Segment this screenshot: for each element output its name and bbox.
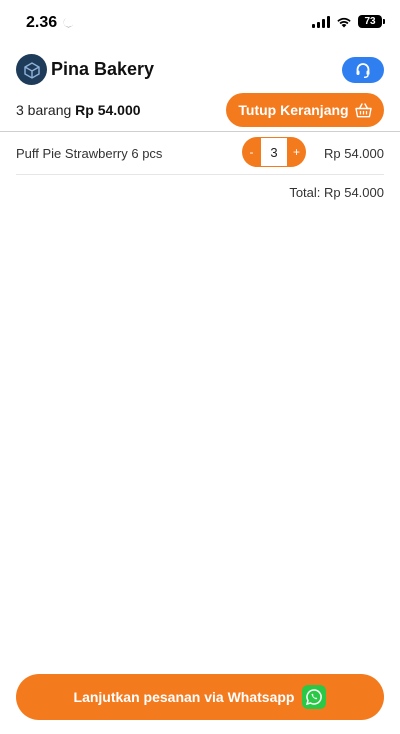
bakery-logo-icon xyxy=(16,54,47,85)
whatsapp-order-button[interactable]: Lanjutkan pesanan via Whatsapp xyxy=(16,674,384,720)
quantity-stepper: - 3 + xyxy=(242,137,306,167)
battery-indicator: 73 xyxy=(358,15,385,28)
whatsapp-icon xyxy=(302,685,327,709)
summary-total: Rp 54.000 xyxy=(75,102,141,118)
quantity-value[interactable]: 3 xyxy=(261,137,287,167)
close-cart-button[interactable]: Tutup Keranjang xyxy=(226,93,384,127)
status-time: 2.36 xyxy=(26,14,74,32)
item-name: Puff Pie Strawberry 6 pcs xyxy=(16,146,163,161)
whatsapp-order-label: Lanjutkan pesanan via Whatsapp xyxy=(73,689,295,705)
support-button[interactable] xyxy=(342,57,384,83)
headset-icon xyxy=(356,63,370,78)
basket-icon xyxy=(354,102,372,117)
cart-summary: 3 barang Rp 54.000 Tutup Keranjang xyxy=(16,92,384,128)
cart-item-row: Puff Pie Strawberry 6 pcs - 3 + Rp 54.00… xyxy=(16,134,384,172)
wifi-icon xyxy=(337,17,351,27)
item-count: 3 barang xyxy=(16,102,72,118)
item-divider xyxy=(16,174,384,175)
signal-icon xyxy=(312,15,330,28)
cart-total: Total: Rp 54.000 xyxy=(289,185,384,200)
divider xyxy=(0,131,400,132)
brand: Pina Bakery xyxy=(16,54,154,85)
status-indicators: 73 xyxy=(312,15,385,28)
status-bar: 2.36 73 xyxy=(0,0,400,46)
store-name: Pina Bakery xyxy=(51,59,155,79)
moon-icon xyxy=(63,18,73,28)
item-price: Rp 54.000 xyxy=(324,146,384,161)
status-time-text: 2.36 xyxy=(26,14,58,31)
increment-button[interactable]: + xyxy=(287,137,306,167)
cart-summary-text: 3 barang Rp 54.000 xyxy=(16,102,141,118)
header: Pina Bakery xyxy=(16,54,384,86)
decrement-button[interactable]: - xyxy=(242,137,261,167)
close-cart-label: Tutup Keranjang xyxy=(238,102,349,118)
